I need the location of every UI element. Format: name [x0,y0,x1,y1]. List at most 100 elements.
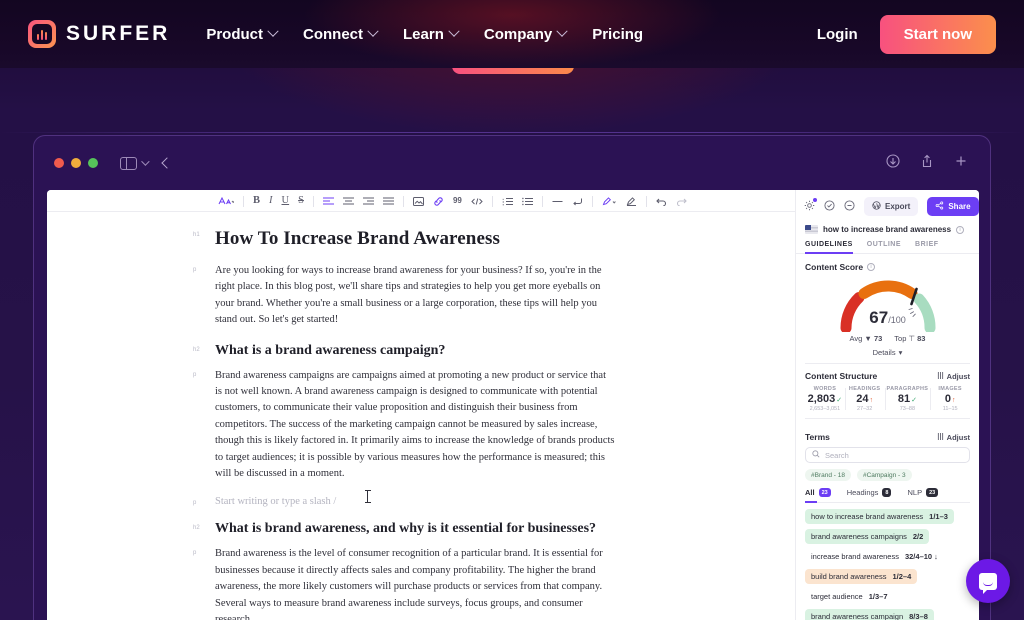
undo-icon[interactable] [656,197,667,206]
share-icon[interactable] [920,154,934,173]
editor-column: B I U S 99 h1 How To Increase Brand Awar… [47,190,795,620]
ordered-list-icon[interactable] [502,197,513,206]
term-item[interactable]: brand awareness campaign 8/3–8 [805,609,934,620]
image-icon[interactable] [412,196,424,206]
tab-brief[interactable]: BRIEF [915,241,939,253]
details-dropdown-button[interactable]: Details ▾ [873,348,903,357]
term-item[interactable]: how to increase brand awareness 1/1–3 [805,509,954,524]
download-icon[interactable] [886,153,900,173]
align-center-icon[interactable] [342,196,354,206]
keyword-row[interactable]: how to increase brand awareness i [796,216,979,241]
font-size-icon[interactable] [218,196,234,206]
horizontal-rule-icon[interactable] [552,197,563,206]
gear-icon[interactable] [804,198,817,213]
filter-headings[interactable]: Headings 8 [847,488,892,497]
editor-block-placeholder[interactable]: p Start writing or type a slash / [193,490,615,507]
nav-item-company[interactable]: Company [484,26,568,43]
nav-item-connect[interactable]: Connect [303,25,379,43]
sidebar-toggle-button[interactable] [120,156,150,170]
primary-nav: Product Connect Learn Company Pricing [206,26,643,43]
export-label: Export [885,202,911,211]
cell-label: HEADINGS [848,386,881,392]
term-count: 2/2 [912,532,924,541]
filter-label: NLP [907,488,923,497]
cell-range: 73–88 [899,406,916,412]
cell-value: 24 [856,393,869,405]
underline-icon[interactable]: U [282,195,290,207]
filter-badge: 23 [818,488,831,497]
tab-guidelines[interactable]: GUIDELINES [805,241,853,254]
editor-block-paragraph[interactable]: p Brand awareness is the level of consum… [193,546,615,620]
bullet-list-icon[interactable] [522,197,533,206]
nav-label: Product [206,25,264,43]
nav-item-product[interactable]: Product [206,25,279,43]
minus-circle-icon[interactable] [844,200,855,213]
minimize-window-icon[interactable] [71,158,81,168]
term-item[interactable]: build brand awareness 1/2–4 [805,569,918,584]
filter-nlp[interactable]: NLP 23 [907,488,939,497]
strikethrough-icon[interactable]: S [298,195,304,207]
cell-status-icon: ✓ [836,397,843,404]
filter-all[interactable]: All 23 [805,488,831,503]
term-item[interactable]: increase brand awareness 32/4–10 ↓ [805,549,944,564]
chevron-down-icon [141,157,150,166]
italic-icon[interactable]: I [269,195,273,207]
block-tag: h2 [193,346,200,353]
editor-block-paragraph[interactable]: p Brand awareness campaigns are campaign… [193,368,615,483]
term-tag-brand[interactable]: #Brand - 18 [805,469,851,481]
content-score-section: Content Score i 67/100 Avg ▼ 73 Top ⊤ 83… [796,254,979,364]
quote-icon[interactable]: 99 [453,197,462,205]
align-right-icon[interactable] [362,196,374,206]
document-editor[interactable]: h1 How To Increase Brand Awareness p Are… [47,212,795,620]
editor-block-paragraph[interactable]: p Are you looking for ways to increase b… [193,263,615,329]
terms-search-input[interactable] [825,450,963,460]
details-label: Details [872,348,896,357]
adjust-structure-button[interactable]: Adjust [937,371,970,381]
term-item[interactable]: brand awareness campaigns 2/2 [805,529,930,544]
nav-item-pricing[interactable]: Pricing [592,26,643,43]
share-button[interactable]: Share [927,197,979,216]
terms-search-box[interactable] [805,447,970,463]
tab-outline[interactable]: OUTLINE [867,241,901,253]
editor-block-h1[interactable]: h1 How To Increase Brand Awareness [193,228,615,250]
nav-item-learn[interactable]: Learn [403,26,460,43]
window-traffic-lights[interactable] [54,158,98,168]
page-break-icon[interactable] [572,197,583,206]
new-tab-icon[interactable] [954,154,968,173]
brand-logo[interactable]: SURFER [28,20,170,48]
bold-icon[interactable]: B [253,195,260,207]
align-left-icon[interactable] [322,196,334,206]
intercom-chat-launcher[interactable] [966,559,1010,603]
adjust-terms-button[interactable]: Adjust [937,432,970,442]
cell-status-icon: ✓ [911,397,917,404]
align-justify-icon[interactable] [382,196,394,206]
check-circle-icon[interactable] [824,200,835,213]
redo-icon[interactable] [676,197,687,206]
export-button[interactable]: Export [864,197,919,216]
highlight-icon[interactable] [602,196,617,206]
code-icon[interactable] [471,197,483,206]
start-now-button[interactable]: Start now [879,14,996,54]
term-item[interactable]: target audience 1/3–7 [805,589,894,604]
sidebar-icon [120,156,137,170]
maximize-window-icon[interactable] [88,158,98,168]
panel-tabs: GUIDELINES OUTLINE BRIEF [796,241,979,254]
clear-format-icon[interactable] [626,196,637,206]
content-score-title: Content Score [805,262,864,272]
link-icon[interactable] [433,196,444,206]
term-count: 8/3–8 [909,612,928,620]
term-count: 1/1–3 [929,512,948,521]
login-link[interactable]: Login [817,26,858,43]
editor-block-h2[interactable]: h2 What is brand awareness, and why is i… [193,521,615,537]
nav-label: Connect [303,25,364,43]
editor-block-h2[interactable]: h2 What is a brand awareness campaign? [193,343,615,359]
avg-score: Avg ▼ 73 [849,334,883,343]
info-icon[interactable]: i [956,225,965,234]
cell-range: 2,653–3,051 [809,406,841,412]
close-window-icon[interactable] [54,158,64,168]
term-tag-campaign[interactable]: #Campaign - 3 [856,469,912,481]
back-button-icon[interactable] [161,157,173,169]
adjust-label: Adjust [946,432,970,442]
nav-label: Pricing [592,25,644,43]
info-icon[interactable]: i [867,263,876,271]
